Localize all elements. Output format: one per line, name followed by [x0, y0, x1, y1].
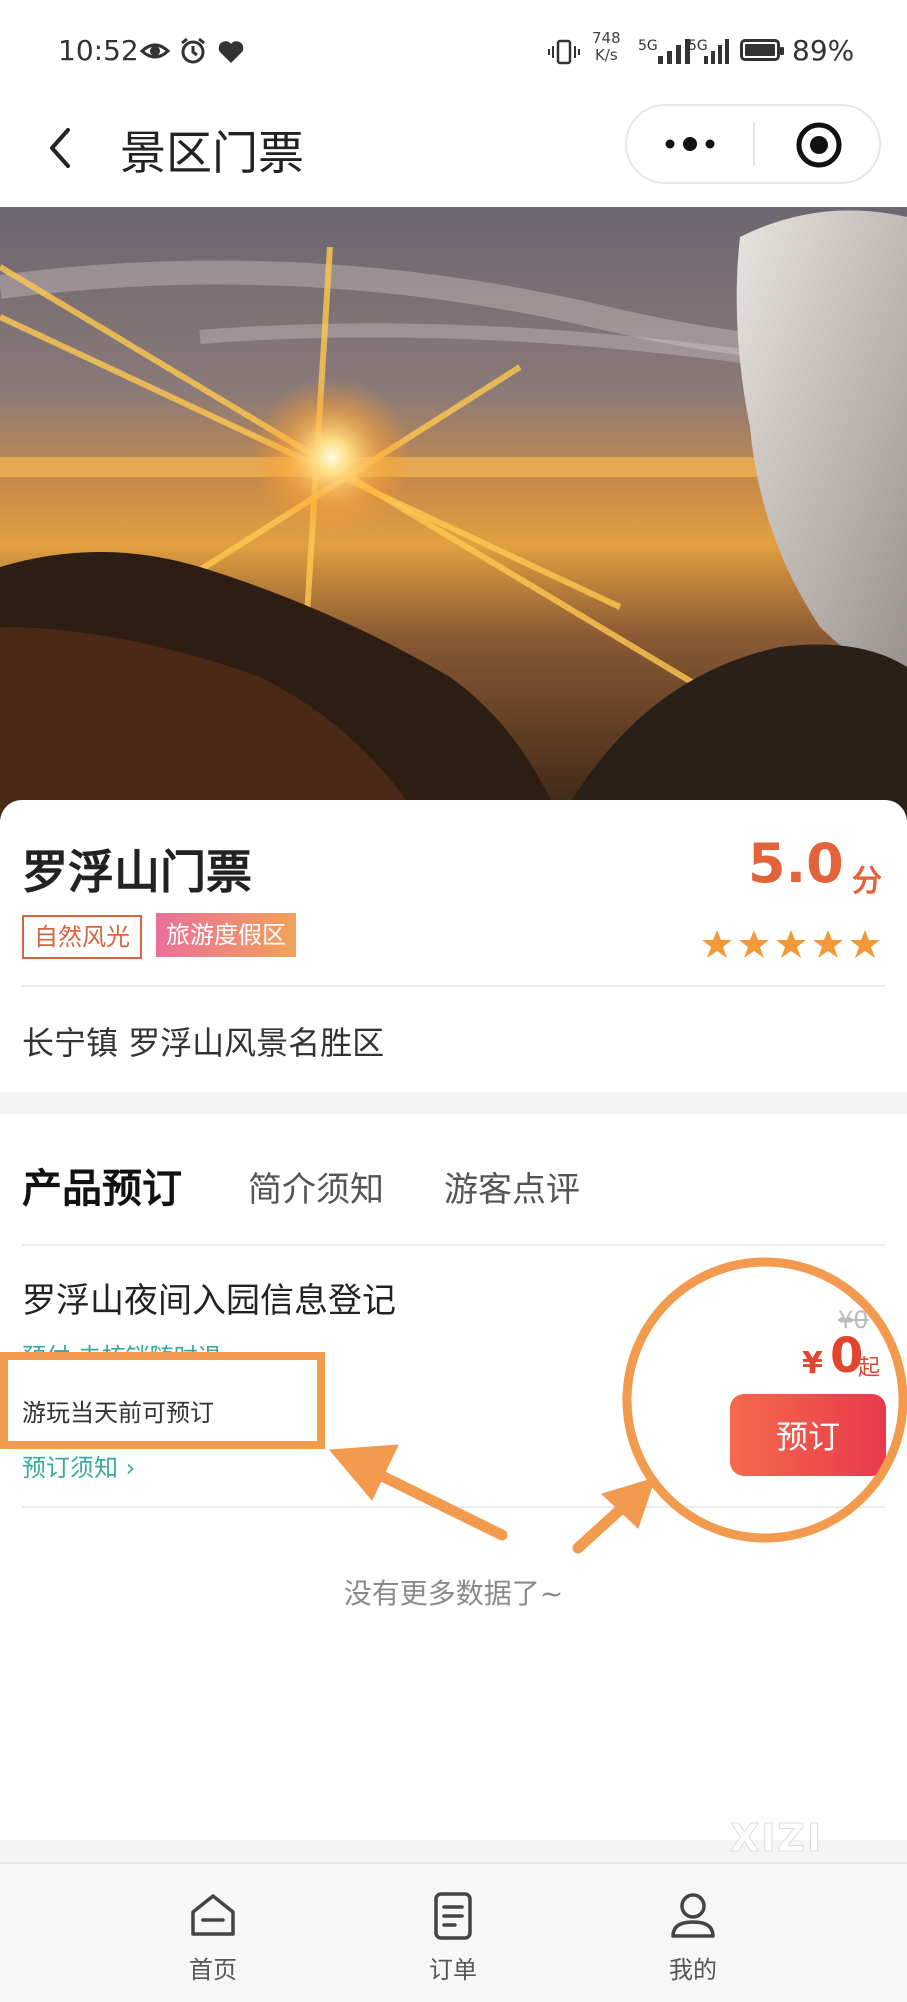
watermark: XIZI — [729, 1816, 824, 1861]
no-more-data: 没有更多数据了~ — [343, 1577, 564, 1610]
vibrate-icon — [548, 39, 580, 65]
tabbar-home[interactable]: 首页 — [153, 1890, 273, 1985]
divider — [22, 1506, 885, 1508]
star-icon — [813, 930, 843, 958]
capsule-divider — [753, 122, 755, 166]
product-section — [0, 1114, 907, 1840]
battery-percent: 89% — [792, 34, 855, 67]
tabbar-orders-label: 订单 — [429, 1956, 477, 1984]
booking-policy-link[interactable]: 预订须知 › — [22, 1448, 135, 1483]
heart-shield-icon — [218, 41, 244, 63]
user-icon — [671, 1893, 715, 1938]
battery-icon — [740, 39, 784, 61]
star-icon — [850, 930, 880, 958]
home-icon — [191, 1894, 235, 1936]
close-target-icon[interactable] — [794, 120, 844, 170]
divider — [22, 985, 885, 987]
tab-intro[interactable]: 简介须知 — [248, 1162, 384, 1211]
eye-icon — [140, 43, 170, 59]
rating-unit: 分 — [852, 864, 882, 899]
rating-score: 5.0 — [748, 832, 844, 895]
tabbar-profile-label: 我的 — [669, 1956, 717, 1984]
booking-deadline-note: 游玩当天前可预订 — [22, 1399, 214, 1427]
tabbar-home-label: 首页 — [189, 1956, 237, 1984]
divider — [22, 1244, 885, 1246]
more-icon[interactable] — [660, 128, 720, 160]
star-icon — [702, 930, 732, 958]
tab-reviews[interactable]: 游客点评 — [444, 1162, 580, 1211]
tag-resort: 旅游度假区 — [156, 913, 296, 957]
star-icon — [776, 930, 806, 958]
tag-nature: 自然风光 — [22, 915, 142, 959]
tabbar-orders[interactable]: 订单 — [393, 1890, 513, 1985]
net-speed: 748 K/s — [592, 29, 621, 64]
book-button[interactable]: 预订 — [730, 1394, 886, 1476]
star-rating — [702, 930, 880, 958]
spot-name: 罗浮山门票 — [22, 845, 252, 899]
star-icon — [739, 930, 769, 958]
status-time: 10:52 — [58, 34, 139, 67]
hero-image — [0, 207, 907, 820]
back-arrow-icon[interactable] — [40, 118, 80, 178]
price-suffix: 起 — [858, 1356, 881, 1381]
product-title[interactable]: 罗浮山夜间入园信息登记 — [22, 1273, 396, 1322]
signal-icon-2 — [704, 39, 729, 64]
tab-product-booking[interactable]: 产品预订 — [22, 1156, 182, 1214]
document-icon — [434, 1892, 472, 1940]
price-symbol: ¥ — [802, 1346, 823, 1381]
tabbar-profile[interactable]: 我的 — [633, 1890, 753, 1985]
alarm-icon — [181, 37, 205, 64]
page-title: 景区门票 — [120, 126, 304, 180]
address[interactable]: 长宁镇 罗浮山风景名胜区 — [22, 1018, 384, 1064]
